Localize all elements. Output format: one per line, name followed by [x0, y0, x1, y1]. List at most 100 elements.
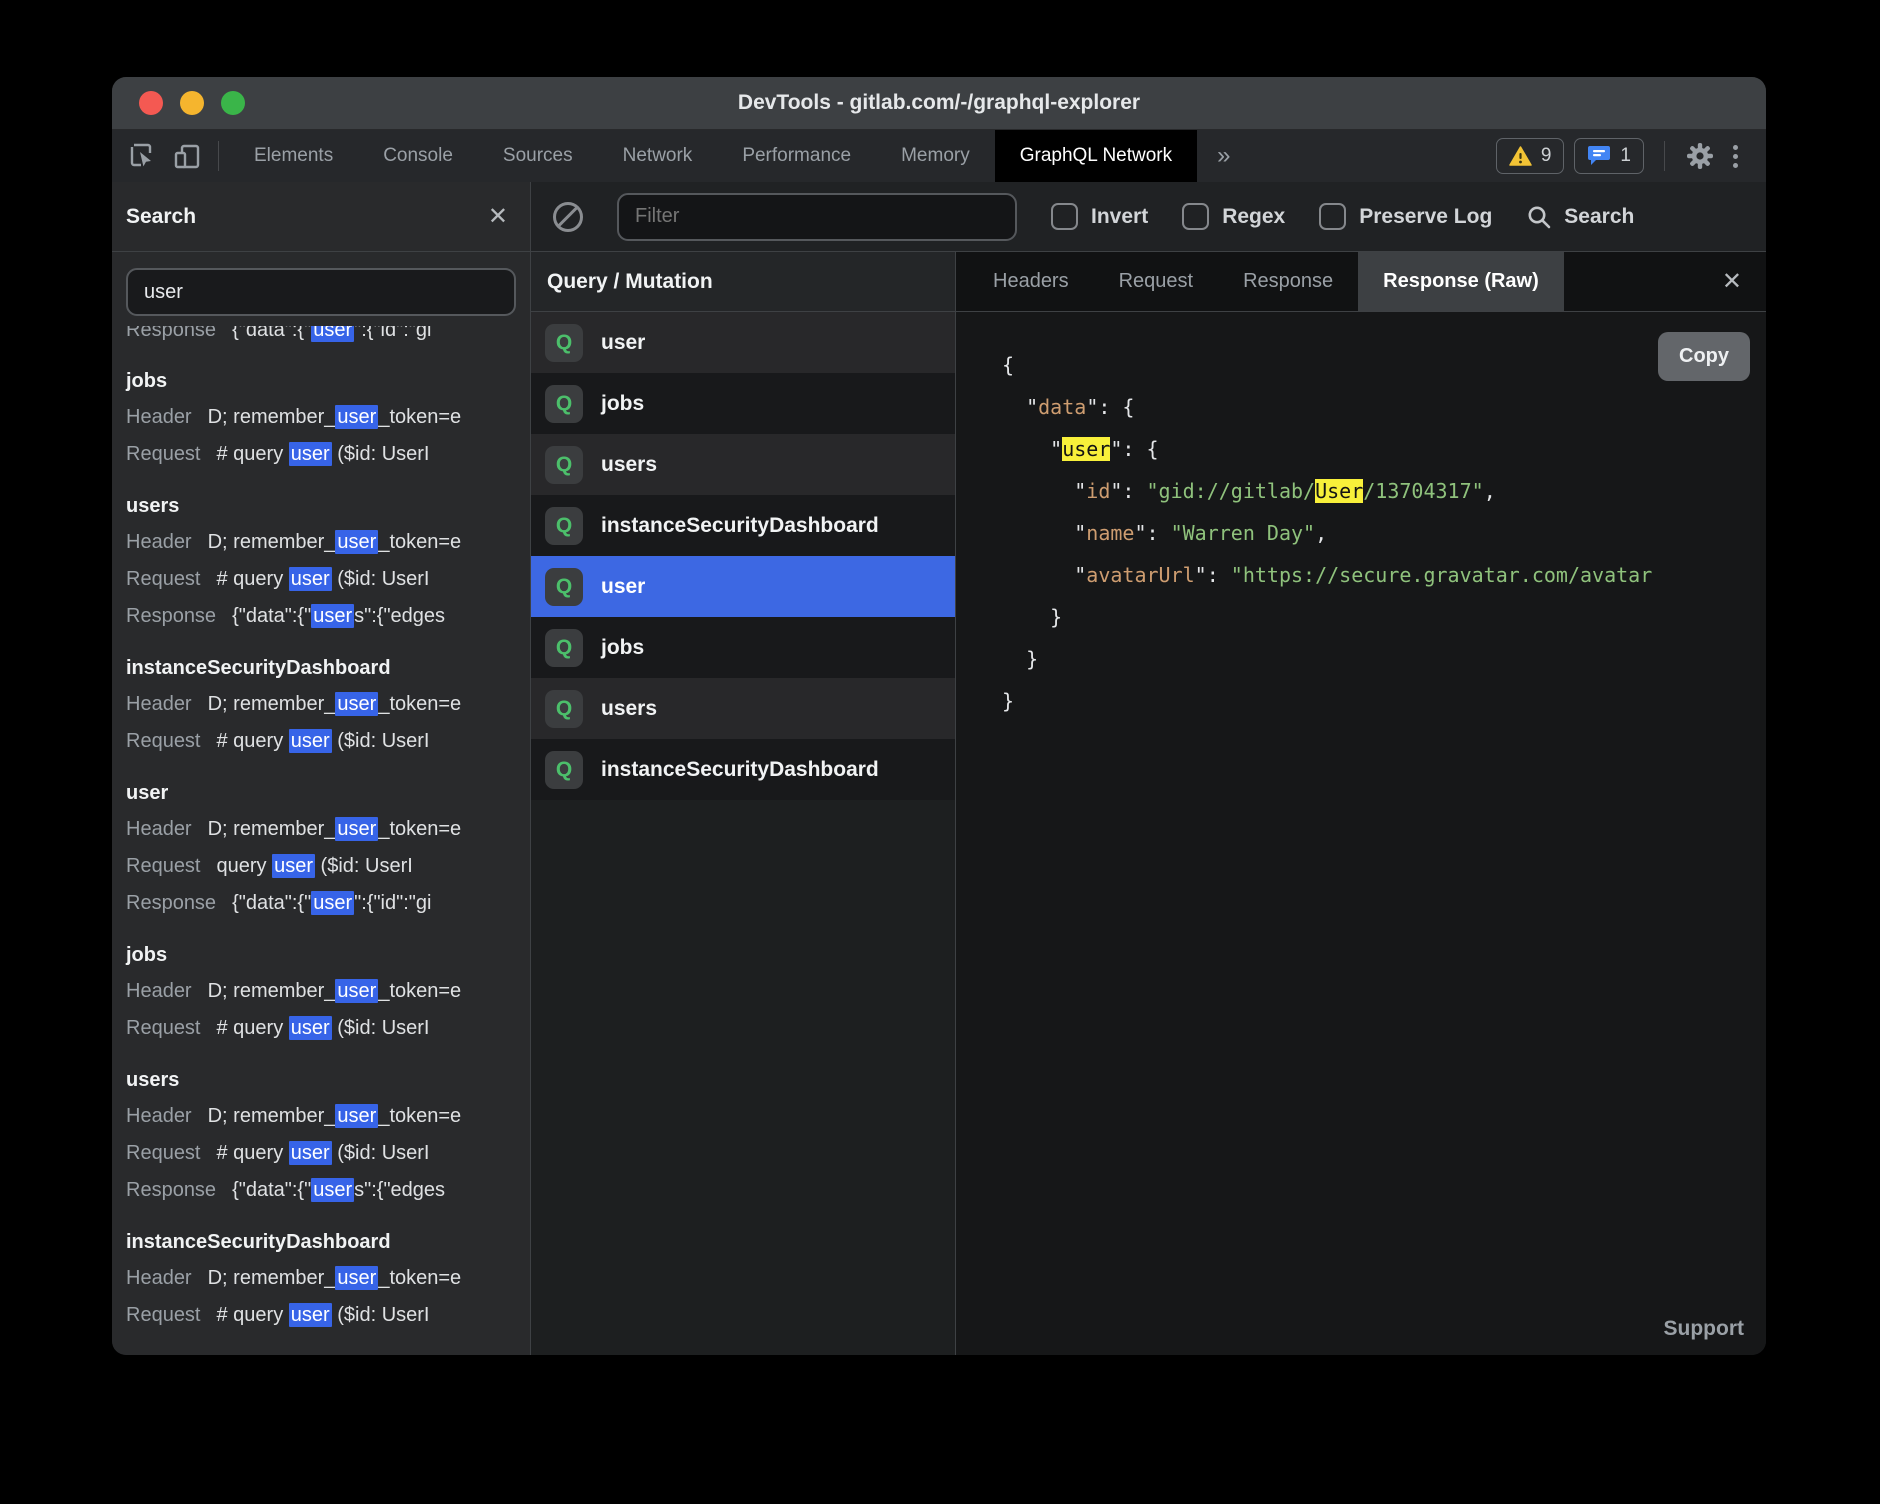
json-token: /13704317": [1363, 479, 1483, 503]
query-list-item-users[interactable]: Qusers: [531, 434, 955, 495]
value-text: D; remember_: [208, 818, 336, 840]
support-link[interactable]: Support: [1664, 1317, 1744, 1341]
filter-checkbox-invert[interactable]: Invert: [1051, 203, 1148, 230]
result-row-label: Header: [126, 1098, 192, 1135]
filter-checkbox-preserve-log[interactable]: Preserve Log: [1319, 203, 1492, 230]
result-row-value: {"data":{"user":{"id":"gi: [232, 885, 431, 922]
query-list-item-instancesecuritydashboard[interactable]: QinstanceSecurityDashboard: [531, 495, 955, 556]
query-list-item-instancesecuritydashboard[interactable]: QinstanceSecurityDashboard: [531, 739, 955, 800]
json-line: "data": {: [1002, 386, 1766, 428]
search-result-group: jobs HeaderD; remember_user_token=eReques…: [126, 370, 530, 473]
search-result-row[interactable]: HeaderD; remember_user_token=e: [126, 1098, 530, 1135]
json-line: "user": {: [1002, 428, 1766, 470]
toolbar-icons: [112, 130, 208, 182]
inspect-element-icon[interactable]: [128, 141, 158, 171]
checkbox-icon: [1319, 203, 1346, 230]
close-search-icon[interactable]: ✕: [488, 205, 508, 229]
search-result-row[interactable]: Request# query user ($id: UserI: [126, 1135, 530, 1172]
messages-badge[interactable]: 1: [1574, 138, 1644, 174]
search-result-row[interactable]: HeaderD; remember_user_token=e: [126, 524, 530, 561]
json-response: { "data": { "user": { "id": "gid://gitla…: [956, 312, 1766, 722]
tab-performance[interactable]: Performance: [717, 130, 876, 182]
response-tab-request[interactable]: Request: [1094, 252, 1219, 311]
search-result-row[interactable]: Response{"data":{"user":{"id":"gi: [126, 326, 530, 348]
copy-button[interactable]: Copy: [1658, 332, 1750, 381]
search-result-row[interactable]: HeaderD; remember_user_token=e: [126, 811, 530, 848]
value-text: s":{"edges: [354, 1179, 445, 1201]
match-highlight: user: [311, 604, 354, 628]
devtools-toolbar: ElementsConsoleSourcesNetworkPerformance…: [112, 130, 1766, 182]
value-text: _token=e: [378, 1267, 461, 1289]
tab-elements[interactable]: Elements: [229, 130, 358, 182]
search-result-row[interactable]: HeaderD; remember_user_token=e: [126, 1260, 530, 1297]
value-text: ":{"id":"gi: [354, 326, 431, 341]
response-tab-headers[interactable]: Headers: [968, 252, 1094, 311]
search-result-row[interactable]: HeaderD; remember_user_token=e: [126, 399, 530, 436]
match-highlight: user: [289, 1303, 332, 1327]
result-row-label: Response: [126, 326, 216, 348]
search-input[interactable]: [126, 268, 516, 316]
query-list-item-users[interactable]: Qusers: [531, 678, 955, 739]
json-indent: [1002, 521, 1074, 545]
json-token: ":: [1134, 521, 1170, 545]
result-row-label: Request: [126, 436, 201, 473]
more-tabs-chevron-icon[interactable]: »: [1197, 130, 1250, 182]
filter-input[interactable]: [617, 193, 1017, 241]
value-text: D; remember_: [208, 531, 336, 553]
response-tab-response-raw[interactable]: Response (Raw): [1358, 252, 1564, 311]
json-token: ": [1074, 521, 1086, 545]
query-list-item-jobs[interactable]: Qjobs: [531, 373, 955, 434]
close-detail-icon[interactable]: ✕: [1698, 252, 1766, 311]
search-result-row[interactable]: Requestquery user ($id: UserI: [126, 848, 530, 885]
result-row-label: Request: [126, 848, 201, 885]
value-text: _token=e: [378, 406, 461, 428]
query-list-item-user[interactable]: Quser: [531, 556, 955, 617]
search-result-row[interactable]: Request # query user ($id: UserI: [126, 723, 530, 760]
search-result-row[interactable]: HeaderD; remember_user_token=e: [126, 973, 530, 1010]
json-line: "avatarUrl": "https://secure.gravatar.co…: [1002, 554, 1766, 596]
json-indent: [1002, 563, 1074, 587]
value-text: D; remember_: [208, 693, 336, 715]
filter-checkbox-regex[interactable]: Regex: [1182, 203, 1285, 230]
match-highlight: user: [289, 1016, 332, 1040]
warnings-badge[interactable]: 9: [1496, 138, 1565, 174]
match-highlight: user: [311, 326, 354, 342]
value-text: _token=e: [378, 980, 461, 1002]
response-tab-response[interactable]: Response: [1218, 252, 1358, 311]
search-result-row[interactable]: Response{"data":{"users":{"edges: [126, 598, 530, 635]
filter-checkboxes: Invert Regex Preserve Log: [1051, 203, 1492, 230]
search-result-row[interactable]: HeaderD; remember_user_token=e: [126, 686, 530, 723]
tab-memory[interactable]: Memory: [876, 130, 995, 182]
result-row-label: Request: [126, 723, 201, 760]
search-result-row[interactable]: Request# query user ($id: UserI: [126, 1297, 530, 1334]
result-row-value: # query user ($id: UserI: [217, 723, 430, 760]
json-token: ": {: [1086, 395, 1134, 419]
query-list-item-jobs[interactable]: Qjobs: [531, 617, 955, 678]
network-search[interactable]: Search: [1526, 204, 1634, 230]
search-panel-title: Search: [126, 205, 196, 229]
search-result-row[interactable]: Request# query user ($id: UserI: [126, 561, 530, 598]
block-requests-icon[interactable]: [553, 202, 583, 232]
settings-gear-icon[interactable]: [1685, 141, 1715, 171]
result-row-value: D; remember_user_token=e: [208, 811, 462, 848]
search-result-row[interactable]: Response{"data":{"user":{"id":"gi: [126, 885, 530, 922]
tab-network[interactable]: Network: [598, 130, 718, 182]
checkbox-icon: [1182, 203, 1209, 230]
request-name: jobs: [126, 370, 530, 393]
kebab-menu-icon[interactable]: [1725, 145, 1746, 168]
search-result-row[interactable]: Request# query user ($id: UserI: [126, 1010, 530, 1047]
device-toolbar-icon[interactable]: [172, 141, 202, 171]
search-box: [112, 252, 530, 326]
toolbar-divider: [218, 141, 219, 171]
query-list-item-user[interactable]: Quser: [531, 312, 955, 373]
query-type-icon: Q: [545, 629, 583, 667]
search-match-highlight: User: [1315, 479, 1363, 503]
tab-graphql-network[interactable]: GraphQL Network: [995, 130, 1197, 182]
tab-sources[interactable]: Sources: [478, 130, 598, 182]
tab-console[interactable]: Console: [358, 130, 478, 182]
search-result-row[interactable]: Response{"data":{"users":{"edges: [126, 1172, 530, 1209]
filter-bar: Invert Regex Preserve Log Search: [531, 182, 1766, 252]
messages-count: 1: [1620, 145, 1631, 167]
result-row-value: D; remember_user_token=e: [208, 524, 462, 561]
search-result-row[interactable]: Request# query user ($id: UserI: [126, 436, 530, 473]
